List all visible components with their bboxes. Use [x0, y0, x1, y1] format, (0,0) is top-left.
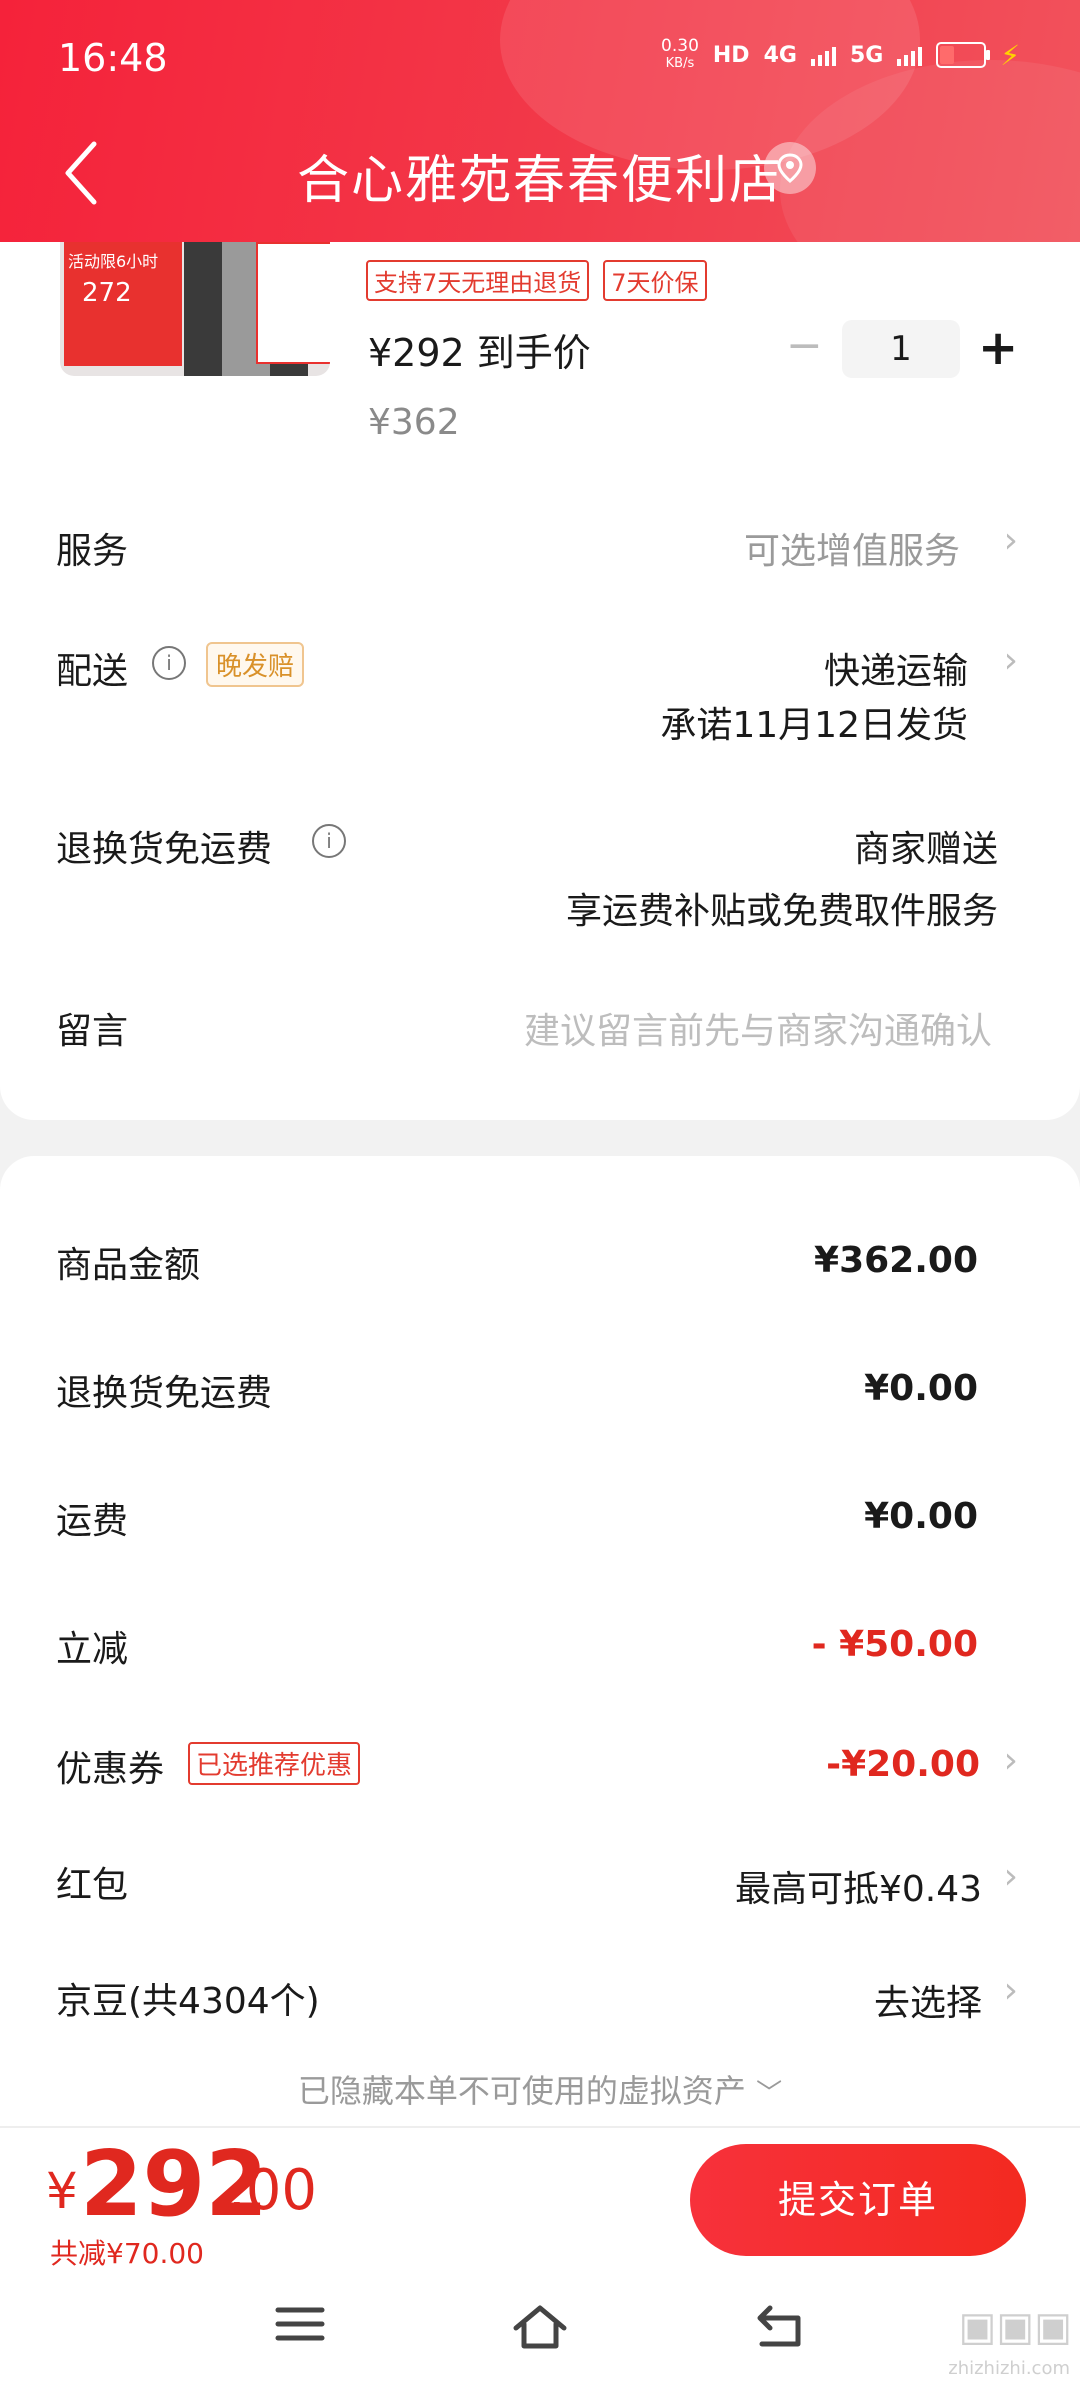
chevron-right-icon[interactable]: › — [1004, 520, 1018, 561]
menu-icon[interactable] — [274, 2302, 326, 2346]
message-input[interactable]: 建议留言前先与商家沟通确认 — [524, 1002, 992, 1054]
message-label: 留言 — [56, 1011, 129, 1052]
delivery-promise: 承诺11月12日发货 — [660, 705, 968, 746]
product-thumbnail[interactable]: 活动限6小时 272 — [60, 242, 330, 376]
return-shipping-value: 商家赠送 — [853, 829, 998, 870]
total-currency: ¥ — [46, 2162, 78, 2220]
delivery-value[interactable]: 快递运输 — [824, 642, 968, 694]
shipping-value: ¥0.00 — [864, 1496, 978, 1537]
coupon-badge: 已选推荐优惠 — [188, 1742, 361, 1785]
info-icon[interactable]: i — [312, 824, 346, 858]
late-delivery-badge: 晚发赔 — [206, 642, 305, 687]
store-title[interactable]: 合心雅苑春春便利店 — [0, 138, 1080, 213]
checkout-bar: ¥ 292 .00 共减¥70.00 提交订单 ▣▣▣ zhizhizhi.co… — [0, 2126, 1080, 2400]
final-price: ¥292 到手价 — [368, 331, 591, 375]
chevron-right-icon[interactable]: › — [1004, 1970, 1018, 2011]
home-icon[interactable] — [510, 2302, 570, 2352]
app-header: 16:48 0.30 KB/s HD 4G 5G ⚡ 合心雅苑春春便利店 — [0, 0, 1080, 242]
delivery-label: 配送 — [56, 651, 129, 692]
red-packet-label: 红包 — [56, 1865, 129, 1906]
red-packet-value[interactable]: 最高可抵¥0.43 — [735, 1860, 982, 1912]
quantity-increase-button[interactable]: + — [978, 322, 1018, 374]
total-price-decimal: .00 — [228, 2158, 318, 2223]
service-label: 服务 — [56, 531, 129, 572]
submit-order-button[interactable]: 提交订单 — [690, 2144, 1026, 2256]
shipping-label: 运费 — [56, 1501, 129, 1542]
quantity-value[interactable]: 1 — [842, 320, 960, 378]
signal-icon — [897, 44, 923, 66]
return-shipping-desc: 享运费补贴或免费取件服务 — [565, 891, 998, 932]
status-time: 16:48 — [58, 36, 168, 80]
original-price: ¥362 — [368, 402, 460, 443]
hd-icon: HD — [712, 42, 750, 68]
network-speed: 0.30 KB/s — [661, 36, 699, 72]
coupon-value[interactable]: -¥20.00 — [826, 1744, 980, 1785]
goods-amount-label: 商品金额 — [56, 1245, 201, 1286]
info-icon[interactable]: i — [152, 646, 186, 680]
return-tag: 支持7天无理由退货 — [366, 260, 590, 301]
network-4g-icon: 4G — [763, 42, 797, 68]
battery-icon — [936, 42, 991, 68]
network-5g-icon: 5G — [849, 42, 884, 68]
return-fee-label: 退换货免运费 — [56, 1373, 273, 1414]
jingdou-value[interactable]: 去选择 — [874, 1974, 982, 2026]
price-summary-card: 商品金额 ¥362.00 退换货免运费 ¥0.00 运费 ¥0.00 立减 - … — [0, 1156, 1080, 2126]
return-fee-value: ¥0.00 — [864, 1368, 978, 1409]
watermark-logo: ▣▣▣ — [958, 2304, 1072, 2350]
instant-discount-label: 立减 — [56, 1629, 129, 1670]
status-icons: 0.30 KB/s HD 4G 5G ⚡ — [661, 38, 1020, 72]
product-tags: 支持7天无理由退货 7天价保 — [366, 260, 707, 301]
watermark-text: zhizhizhi.com — [948, 2358, 1070, 2379]
price-protect-tag: 7天价保 — [603, 260, 707, 301]
jingdou-label: 京豆(共4304个) — [56, 1981, 320, 2022]
chevron-down-icon: ﹀ — [756, 2079, 783, 2109]
quantity-decrease-button[interactable]: − — [786, 324, 823, 368]
location-icon[interactable] — [764, 142, 816, 194]
total-saved: 共减¥70.00 — [50, 2237, 204, 2270]
goods-amount-value: ¥362.00 — [814, 1240, 978, 1281]
chevron-right-icon[interactable]: › — [1004, 1740, 1018, 1781]
chevron-right-icon[interactable]: › — [1004, 1856, 1018, 1897]
signal-icon — [810, 44, 836, 66]
return-shipping-label: 退换货免运费 — [56, 829, 273, 870]
charging-icon: ⚡ — [1000, 38, 1020, 72]
coupon-label: 优惠券 — [56, 1749, 165, 1790]
hidden-assets-toggle[interactable]: 已隐藏本单不可使用的虚拟资产 ﹀ — [0, 2066, 1080, 2112]
service-value[interactable]: 可选增值服务 — [744, 522, 960, 574]
order-details-card: 活动限6小时 272 支持7天无理由退货 7天价保 ¥292 到手价 ¥362 … — [0, 242, 1080, 1120]
back-nav-icon[interactable] — [754, 2302, 806, 2350]
instant-discount-value: - ¥50.00 — [811, 1624, 978, 1665]
chevron-right-icon[interactable]: › — [1004, 640, 1018, 681]
